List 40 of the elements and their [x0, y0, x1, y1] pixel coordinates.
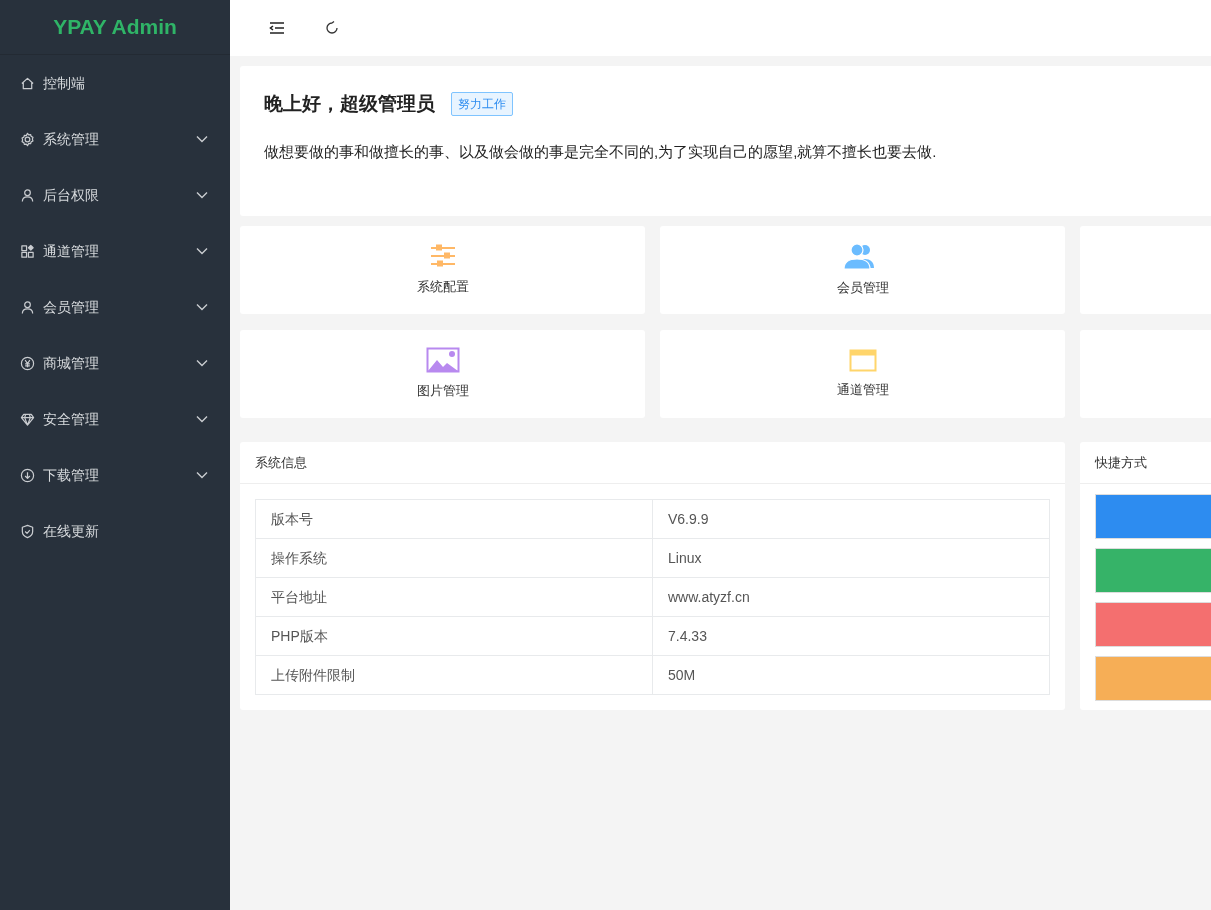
table-cell: www.atyzf.cn [652, 577, 1050, 617]
user-icon [20, 187, 35, 203]
yen-icon [20, 355, 35, 371]
sidebar-item[interactable]: 通道管理 [0, 223, 230, 279]
status-tag: 努力工作 [451, 92, 513, 117]
shield-icon [20, 523, 35, 539]
user-icon [20, 299, 35, 315]
table-cell: V6.9.9 [652, 499, 1050, 539]
settings-icon [20, 131, 35, 147]
sidebar-item[interactable]: 商城管理 [0, 335, 230, 391]
panel-title: 系统信息 [255, 453, 307, 472]
table-cell: 7.4.33 [652, 616, 1050, 656]
panel-title: 快捷方式 [1095, 453, 1147, 472]
table-cell: 平台地址 [255, 577, 653, 617]
menu-collapse-icon[interactable] [269, 21, 285, 35]
diamond-icon [20, 411, 35, 427]
table-cell: Linux [652, 538, 1050, 578]
table-cell: 版本号 [255, 499, 653, 539]
greeting-title: 晚上好，超级管理员 [264, 92, 435, 116]
sidebar-item[interactable]: 在线更新 [0, 503, 230, 559]
sidebar-item[interactable]: 会员管理 [0, 279, 230, 335]
table-cell: PHP版本 [255, 616, 653, 656]
refresh-icon[interactable] [325, 21, 339, 35]
shortcut-card[interactable]: 会员管理 [660, 226, 1065, 314]
brand-logo: YPAY Admin [53, 14, 177, 41]
sidebar-item[interactable]: 控制端 [0, 55, 230, 111]
apps-icon [20, 243, 35, 259]
quote-text: 做想要做的事和做擅长的事、以及做会做的事是完全不同的,为了实现自己的愿望,就算不擅长也要去做. [264, 141, 938, 162]
sidebar-item[interactable]: 下载管理 [0, 447, 230, 503]
table-cell: 50M [652, 655, 1050, 695]
sidebar-item[interactable]: 系统管理 [0, 111, 230, 167]
sidebar-item[interactable]: 后台权限 [0, 167, 230, 223]
shortcut-card[interactable]: 通道管理 [660, 330, 1065, 418]
download-icon [20, 467, 35, 483]
table-cell: 上传附件限制 [255, 655, 653, 695]
table-cell: 操作系统 [255, 538, 653, 578]
shortcut-card[interactable]: 系统配置 [240, 226, 645, 314]
shortcut-card[interactable]: 图片管理 [240, 330, 645, 418]
home-icon [20, 75, 35, 91]
sidebar-item[interactable]: 安全管理 [0, 391, 230, 447]
